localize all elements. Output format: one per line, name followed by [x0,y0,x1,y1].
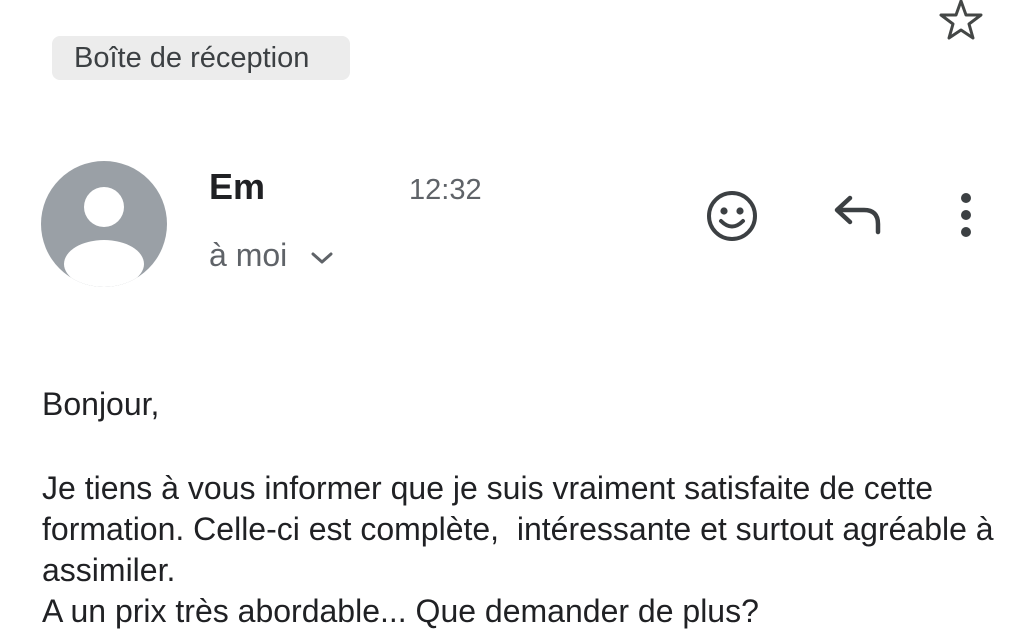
redacted-sender-name [267,174,408,215]
recipient-label: à moi [209,237,288,273]
add-reaction-icon[interactable] [705,189,759,243]
chevron-down-icon [311,252,333,264]
message-time: 12:32 [409,174,482,206]
star-icon[interactable] [936,0,986,40]
recipient-toggle[interactable]: à moi [209,237,334,274]
body-greeting: Bonjour, [42,386,160,422]
inbox-label-chip[interactable]: Boîte de réception [52,36,350,80]
sender-name[interactable]: Em [209,166,265,208]
sender-line: Em 12:32 [209,166,482,215]
reply-icon[interactable] [832,192,884,236]
body-closing: A un prix très abordable... Que demander… [42,593,759,629]
sender-avatar[interactable] [41,161,167,287]
body-paragraph: Je tiens à vous informer que je suis vra… [42,470,1003,588]
person-avatar-icon [64,187,144,287]
message-body: Bonjour, Je tiens à vous informer que je… [42,384,1002,632]
more-vertical-icon[interactable] [952,190,980,240]
